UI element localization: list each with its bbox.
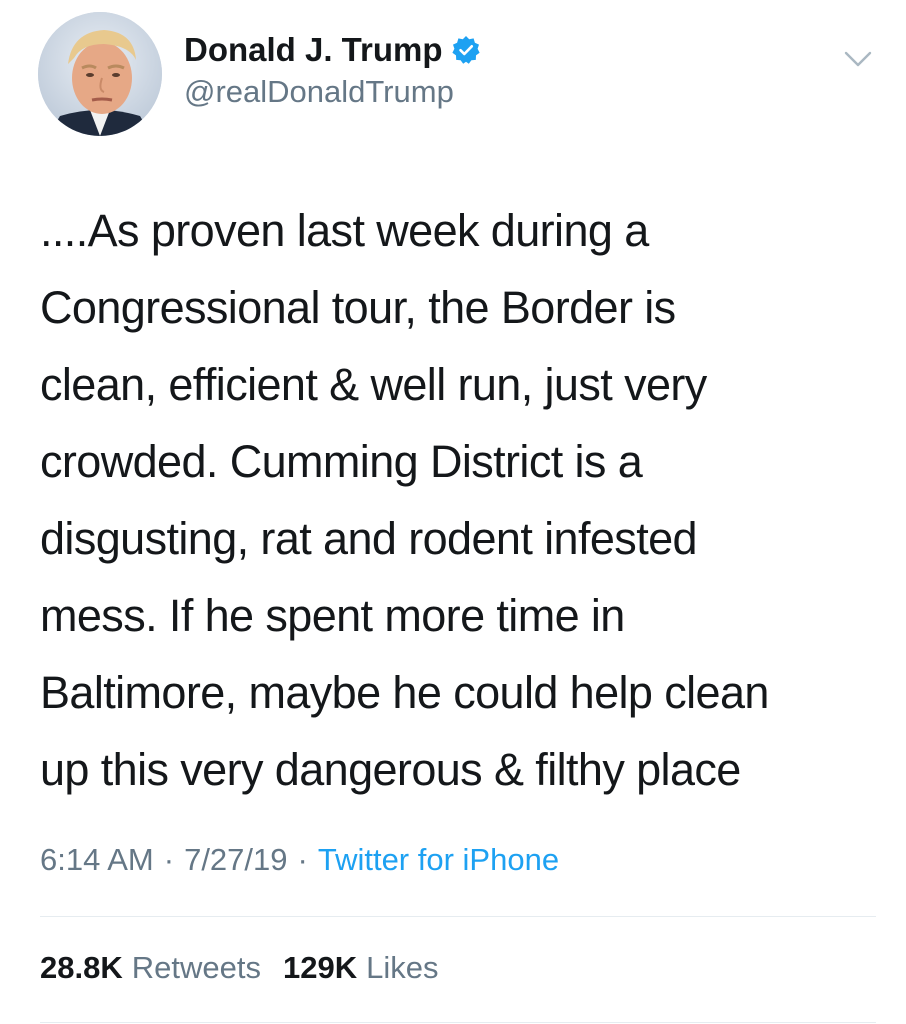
tweet-text-line: crowded. Cumming District is a (40, 436, 643, 487)
tweet-text: ....As proven last week during a Congres… (40, 192, 880, 808)
meta-separator: · (163, 842, 175, 877)
chevron-down-icon[interactable] (842, 48, 874, 70)
author-handle[interactable]: @realDonaldTrump (184, 74, 454, 110)
verified-badge-icon (451, 35, 481, 65)
likes-label: Likes (366, 950, 439, 985)
avatar[interactable] (38, 12, 162, 136)
retweets-stat[interactable]: 28.8K Retweets (40, 950, 261, 986)
profile-photo (38, 12, 162, 136)
meta-separator: · (297, 842, 308, 877)
likes-stat[interactable]: 129K Likes (283, 950, 438, 986)
tweet-text-line: disgusting, rat and rodent infested (40, 513, 698, 564)
author-name-row[interactable]: Donald J. Trump (184, 26, 481, 74)
tweet-stats: 28.8K Retweets 129K Likes (40, 950, 438, 986)
tweet-text-line: mess. If he spent more time in (40, 590, 625, 641)
tweet-text-line: Baltimore, maybe he could help clean (40, 667, 769, 718)
likes-count: 129K (282, 950, 358, 985)
tweet-card: Donald J. Trump @realDonaldTrump ....As … (0, 0, 906, 1024)
tweet-text-line: clean, efficient & well run, just very (40, 359, 707, 410)
tweet-text-line: ....As proven last week during a (40, 205, 649, 256)
author-display-name[interactable]: Donald J. Trump (184, 31, 443, 69)
tweet-date[interactable]: 7/27/19 (184, 842, 287, 878)
divider (40, 916, 876, 917)
tweet-text-line: Congressional tour, the Border is (40, 282, 676, 333)
divider (40, 1022, 876, 1023)
retweets-count: 28.8K (40, 950, 123, 985)
tweet-meta: 6:14 AM · 7/27/19 · Twitter for iPhone (40, 842, 559, 878)
tweet-text-line: up this very dangerous & filthy place (40, 744, 741, 795)
tweet-source-link[interactable]: Twitter for iPhone (318, 842, 559, 878)
retweets-label: Retweets (131, 950, 261, 985)
tweet-time[interactable]: 6:14 AM (40, 842, 154, 878)
